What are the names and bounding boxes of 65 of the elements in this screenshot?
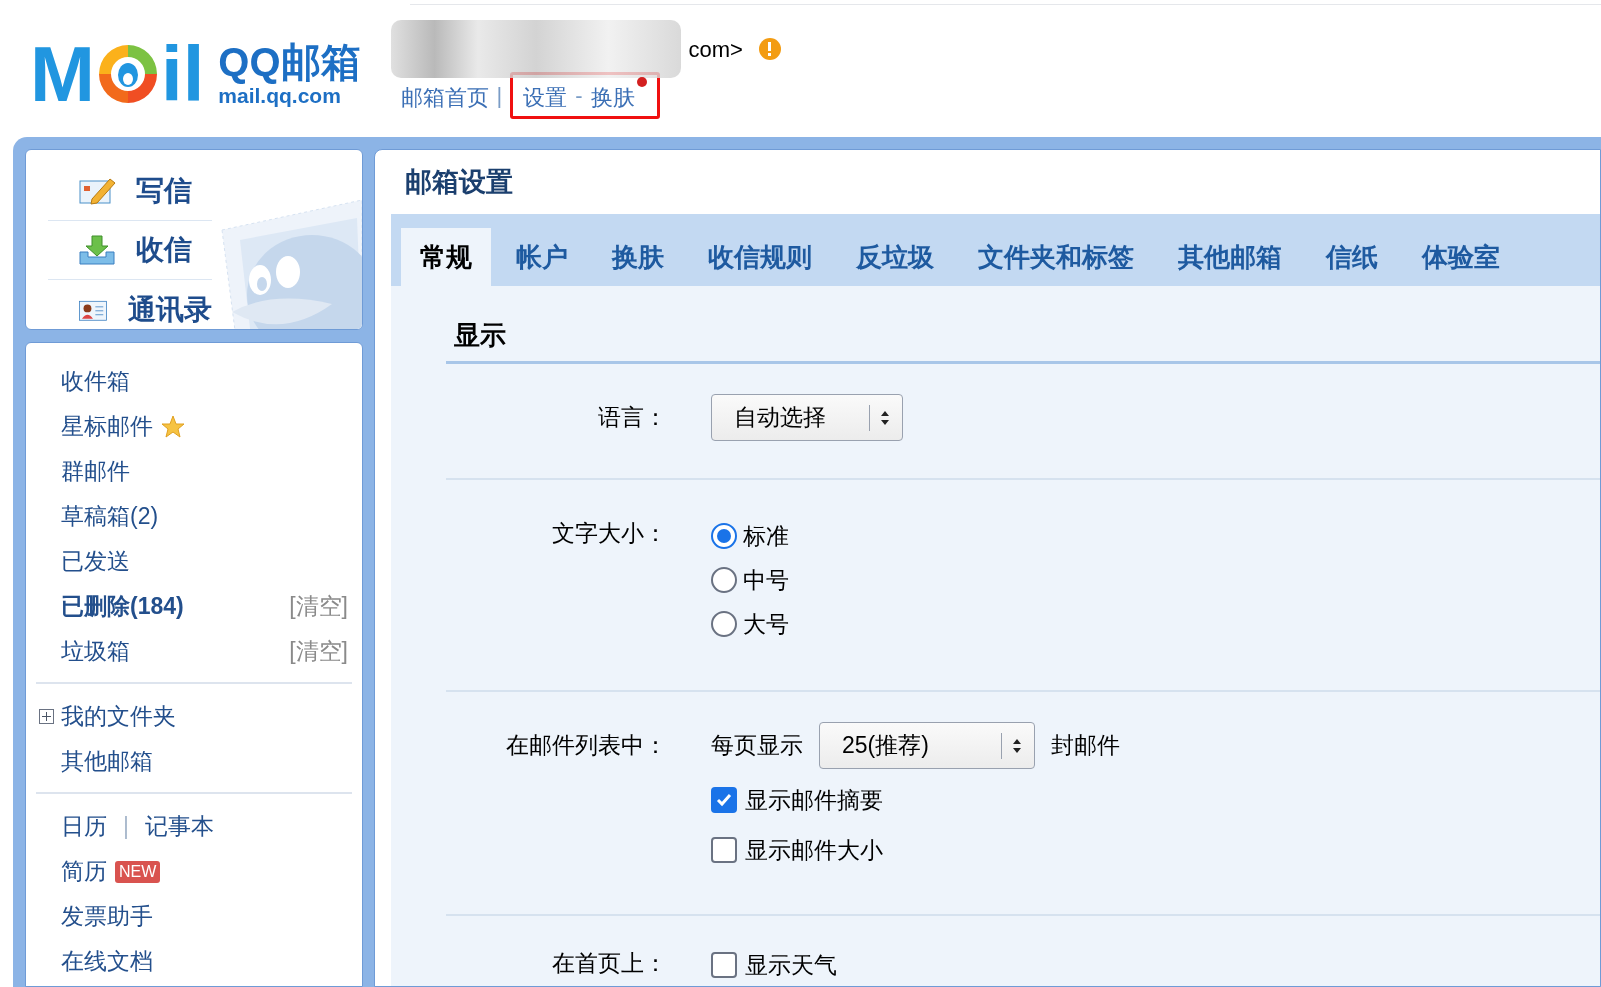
radio-label: 中号 <box>743 565 789 595</box>
dropdown-select[interactable]: 自动选择 <box>711 394 903 441</box>
folder-link[interactable]: 我的文件夹 <box>61 699 176 734</box>
radio-label: 标准 <box>743 521 789 551</box>
checkbox[interactable] <box>711 787 737 813</box>
nav-separator: | <box>496 82 503 110</box>
settings-tab[interactable]: 反垃圾 <box>837 228 953 286</box>
setting-label: 在首页上： <box>551 949 668 978</box>
folder-link[interactable]: 垃圾箱 <box>61 634 130 669</box>
checkbox-label: 显示邮件摘要 <box>745 785 883 815</box>
radio-button[interactable] <box>711 611 737 637</box>
expand-toggle[interactable] <box>39 709 54 724</box>
radio-button[interactable] <box>711 567 737 593</box>
folder-link[interactable]: 星标邮件 <box>61 409 153 444</box>
logo-text: M <box>30 35 95 113</box>
folder-link[interactable]: 日历 <box>61 809 107 844</box>
link-separator: | <box>123 812 129 842</box>
sidebar-action-link[interactable]: 收信 <box>136 229 192 271</box>
folder-link[interactable]: 已删除(184) <box>61 589 184 624</box>
setting-text: 封邮件 <box>1051 731 1120 761</box>
settings-tab[interactable]: 常规 <box>401 228 491 286</box>
settings-tab[interactable]: 收信规则 <box>689 228 831 286</box>
radio-label: 大号 <box>743 609 789 639</box>
settings-tab[interactable]: 换肤 <box>593 228 683 286</box>
brand-domain: mail.qq.com <box>218 84 342 108</box>
checkbox-label: 显示邮件大小 <box>745 835 883 865</box>
inbox-download-icon <box>78 234 116 266</box>
logo-text: il <box>161 35 205 113</box>
folder-link[interactable]: 已发送 <box>61 544 130 579</box>
section-heading: 显示 <box>446 316 1600 364</box>
settings-tab[interactable]: 帐户 <box>497 228 587 286</box>
setting-label: 在邮件列表中： <box>505 731 668 760</box>
nav-link[interactable]: 换肤 <box>590 77 647 114</box>
nav-separator: - <box>575 82 583 110</box>
nav-link[interactable]: 邮箱首页 <box>400 77 489 114</box>
checkbox[interactable] <box>711 837 737 863</box>
folder-link[interactable]: 简历 <box>61 854 107 889</box>
folder-link[interactable]: 群邮件 <box>61 454 130 489</box>
folder-link[interactable]: 其他邮箱 <box>61 744 153 779</box>
folder-link[interactable]: 记事本 <box>145 809 214 844</box>
folder-link[interactable]: 发票助手 <box>61 899 153 934</box>
up-down-caret-icon <box>1012 737 1022 754</box>
new-badge: NEW <box>115 860 161 883</box>
dropdown-select[interactable]: 25(推荐) <box>819 722 1035 769</box>
settings-tab[interactable]: 其他邮箱 <box>1159 228 1301 286</box>
radio-button[interactable] <box>711 523 737 549</box>
folder-link[interactable]: 在线文档 <box>61 944 153 979</box>
settings-tab[interactable]: 体验室 <box>1403 228 1519 286</box>
settings-tab[interactable]: 信纸 <box>1307 228 1397 286</box>
folder-link[interactable]: 收件箱 <box>61 364 130 399</box>
setting-label: 语言： <box>597 403 668 432</box>
up-down-caret-icon <box>880 409 890 426</box>
checkmark-icon <box>715 791 733 809</box>
setting-label: 文字大小： <box>551 519 668 548</box>
setting-text: 每页显示 <box>711 731 803 761</box>
page-title: 邮箱设置 <box>404 165 514 199</box>
nav-link[interactable]: 设置 <box>523 77 568 114</box>
checkbox-label: 显示天气 <box>745 950 837 980</box>
brand-name: QQ邮箱 <box>218 40 361 84</box>
email-address: com> <box>688 35 743 64</box>
sidebar-action-link[interactable]: 通讯录 <box>128 288 212 329</box>
checkbox[interactable] <box>711 952 737 978</box>
folder-link[interactable]: 草稿箱(2) <box>61 499 159 534</box>
sidebar-action-link[interactable]: 写信 <box>136 170 192 212</box>
settings-tab[interactable]: 文件夹和标签 <box>959 228 1153 286</box>
